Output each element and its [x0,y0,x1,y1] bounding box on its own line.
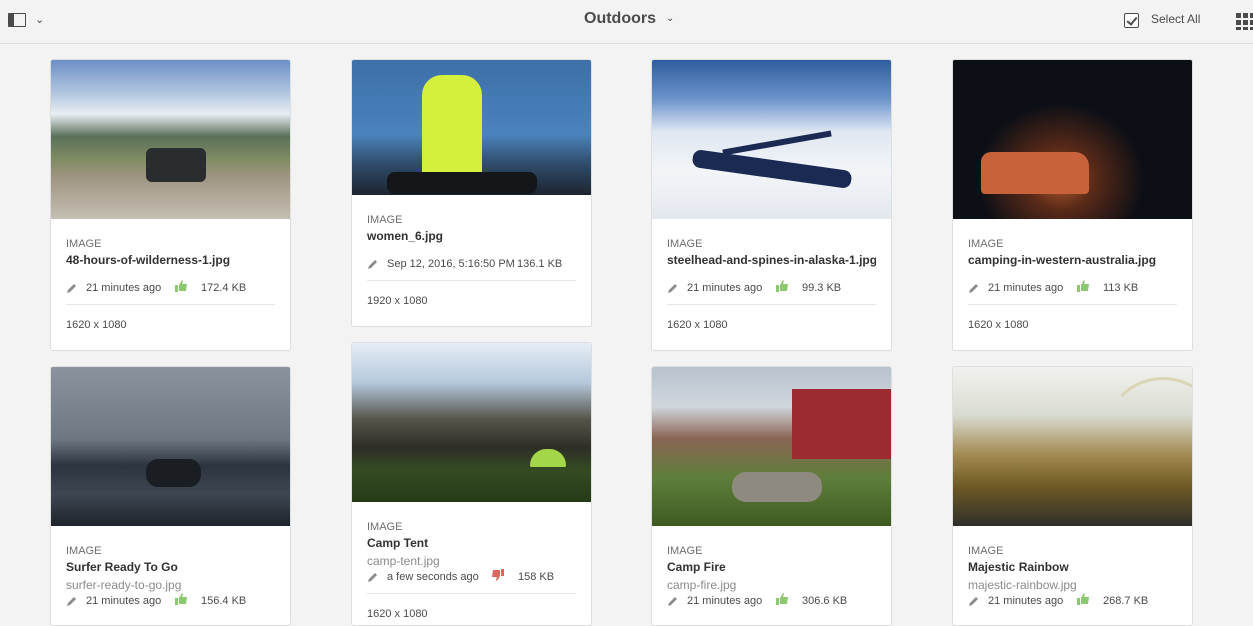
asset-filename: surfer-ready-to-go.jpg [66,578,182,592]
divider [66,304,275,305]
asset-name: 48-hours-of-wilderness-1.jpg [66,253,231,267]
asset-name: camping-in-western-australia.jpg [968,253,1157,267]
pencil-icon [67,597,76,606]
asset-name: Surfer Ready To Go [66,560,178,574]
asset-thumbnail [652,367,891,526]
asset-thumbnail [51,367,290,526]
asset-info-row: 21 minutes ago 156.4 KB [66,593,275,613]
asset-card[interactable]: IMAGE Surfer Ready To Go surfer-ready-to… [50,366,291,626]
asset-card[interactable]: IMAGE Majestic Rainbow majestic-rainbow.… [952,366,1193,626]
thumbs-up-icon [175,280,187,292]
pencil-icon [668,597,677,606]
asset-card[interactable]: IMAGE Camp Tent camp-tent.jpg a few seco… [351,342,592,626]
asset-card[interactable]: IMAGE steelhead-and-spines-in-alaska-1.j… [651,59,892,351]
asset-filename: majestic-rainbow.jpg [968,578,1077,592]
modified-time: a few seconds ago [387,571,479,583]
asset-type: IMAGE [367,521,403,533]
view-switcher-icon[interactable] [1236,13,1253,30]
pencil-icon [368,260,377,269]
asset-info-row: 21 minutes ago 99.3 KB [667,280,876,300]
file-size: 306.6 KB [802,595,848,607]
pencil-icon [969,597,978,606]
asset-name: steelhead-and-spines-in-alaska-1.jpg [667,253,876,267]
divider [667,304,876,305]
rail-toggle-button[interactable]: ⌄ [6,10,50,32]
asset-thumbnail [352,60,591,195]
checkbox-icon [1124,13,1139,28]
image-dimensions: 1620 x 1080 [667,319,728,331]
asset-info-row: 21 minutes ago 268.7 KB [968,593,1177,613]
thumbs-down-icon [492,569,504,581]
divider [968,304,1177,305]
select-all-label: Select All [1151,12,1201,26]
asset-name: women_6.jpg [367,229,444,243]
image-dimensions: 1920 x 1080 [367,295,428,307]
asset-card[interactable]: IMAGE Camp Fire camp-fire.jpg 21 minutes… [651,366,892,626]
asset-type: IMAGE [367,214,403,226]
asset-filename: camp-fire.jpg [667,578,737,592]
thumbs-up-icon [1077,280,1089,292]
asset-filename: camp-tent.jpg [367,554,440,568]
asset-name: Camp Fire [667,560,726,574]
file-size: 99.3 KB [802,282,842,294]
asset-name: Majestic Rainbow [968,560,1069,574]
divider [367,593,576,594]
modified-time: 21 minutes ago [687,282,763,294]
asset-type: IMAGE [66,545,102,557]
image-dimensions: 1620 x 1080 [968,319,1029,331]
file-size: 136.1 KB [517,258,563,270]
modified-time: 21 minutes ago [687,595,763,607]
thumbs-up-icon [776,280,788,292]
folder-title[interactable]: Outdoors [584,10,656,28]
file-size: 268.7 KB [1103,595,1149,607]
asset-type: IMAGE [66,238,102,250]
asset-info-row: 21 minutes ago 306.6 KB [667,593,876,613]
thumbs-up-icon [175,593,187,605]
asset-type: IMAGE [667,238,703,250]
asset-type: IMAGE [968,545,1004,557]
file-size: 172.4 KB [201,282,247,294]
asset-info-row: 21 minutes ago 113 KB [968,280,1177,300]
pencil-icon [368,573,377,582]
title-chevron-down-icon[interactable]: ⌄ [666,13,674,24]
asset-info-row: Sep 12, 2016, 5:16:50 PM 136.1 KB [367,256,576,276]
modified-time: 21 minutes ago [988,595,1064,607]
asset-info-row: a few seconds ago 158 KB [367,569,576,589]
asset-card[interactable]: IMAGE camping-in-western-australia.jpg 2… [952,59,1193,351]
asset-name: Camp Tent [367,536,429,550]
pencil-icon [668,284,677,293]
modified-time: 21 minutes ago [988,282,1064,294]
asset-thumbnail [652,60,891,219]
asset-info-row: 21 minutes ago 172.4 KB [66,280,275,300]
asset-card[interactable]: IMAGE 48-hours-of-wilderness-1.jpg 21 mi… [50,59,291,351]
pencil-icon [969,284,978,293]
asset-thumbnail [953,367,1192,526]
asset-thumbnail [953,60,1192,219]
file-size: 156.4 KB [201,595,247,607]
asset-thumbnail [352,343,591,502]
image-dimensions: 1620 x 1080 [66,319,127,331]
asset-type: IMAGE [667,545,703,557]
asset-type: IMAGE [968,238,1004,250]
sidebar-icon [8,13,26,27]
divider [367,280,576,281]
asset-thumbnail [51,60,290,219]
modified-time: 21 minutes ago [86,595,162,607]
chevron-down-icon: ⌄ [35,14,45,26]
modified-time: Sep 12, 2016, 5:16:50 PM [387,258,515,270]
file-size: 113 KB [1103,282,1139,294]
thumbs-up-icon [1077,593,1089,605]
pencil-icon [67,284,76,293]
thumbs-up-icon [776,593,788,605]
image-dimensions: 1620 x 1080 [367,608,428,620]
asset-card[interactable]: IMAGE women_6.jpg Sep 12, 2016, 5:16:50 … [351,59,592,327]
modified-time: 21 minutes ago [86,282,162,294]
file-size: 158 KB [518,571,555,583]
action-bar: ⌄ Outdoors ⌄ Select All [0,0,1253,44]
